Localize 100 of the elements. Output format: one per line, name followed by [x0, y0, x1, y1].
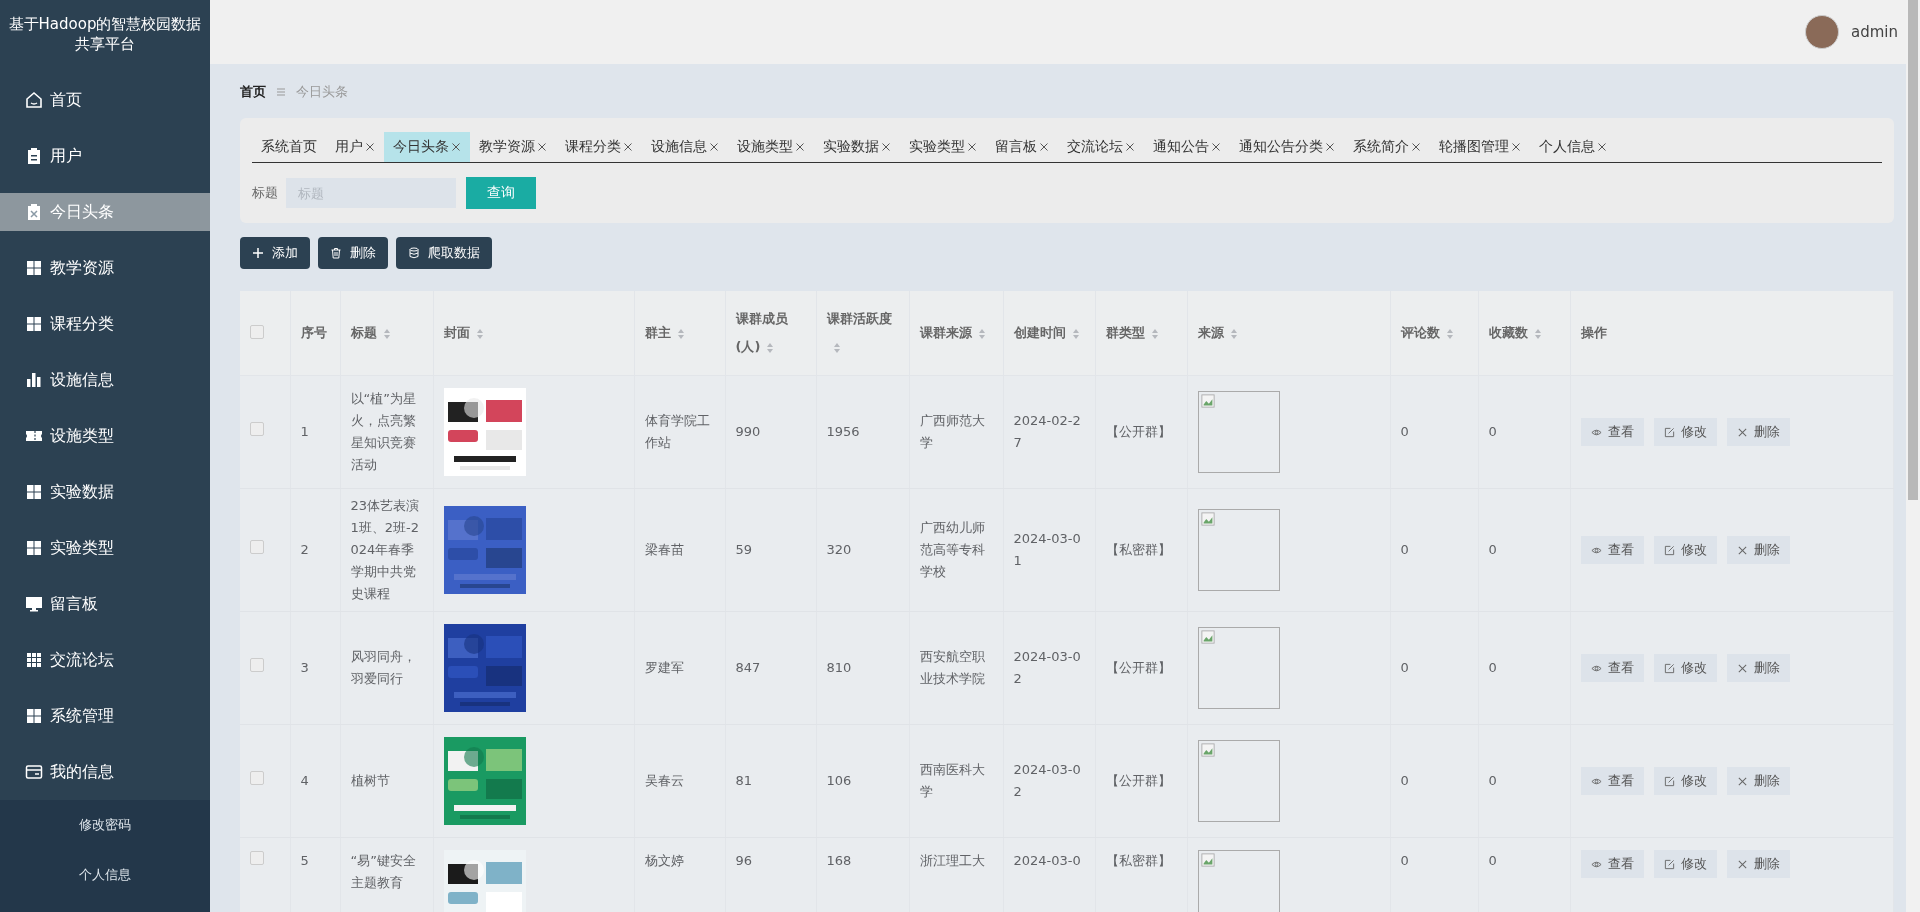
sort-icon[interactable] [475, 327, 484, 340]
tab[interactable]: 课程分类 [556, 132, 642, 162]
checkbox[interactable] [250, 771, 264, 785]
toolbar-button[interactable]: 爬取数据 [396, 237, 492, 269]
menu-item[interactable]: 首页 [0, 72, 210, 128]
checkbox[interactable] [250, 540, 264, 554]
menu-item[interactable]: 课程分类 [0, 296, 210, 352]
column-header[interactable]: 课群来源 [919, 319, 993, 347]
submenu-item[interactable]: 修改密码 [0, 800, 210, 850]
delete-button[interactable]: 删除 [1726, 850, 1790, 878]
column-header[interactable]: 课群成员(人) [735, 305, 806, 361]
edit-button[interactable]: 修改 [1653, 850, 1717, 878]
column-header[interactable]: 群类型 [1105, 319, 1177, 347]
table-cell: 2 [300, 542, 309, 557]
tab[interactable]: 通知公告 [1144, 132, 1230, 162]
toolbar-button[interactable]: 删除 [318, 237, 388, 269]
close-icon[interactable] [1597, 142, 1607, 152]
close-icon[interactable] [365, 142, 375, 152]
menu-item[interactable]: 设施类型 [0, 408, 210, 464]
delete-button[interactable]: 删除 [1726, 767, 1790, 795]
view-button[interactable]: 查看 [1580, 536, 1644, 564]
delete-button[interactable]: 删除 [1726, 654, 1790, 682]
menu-item[interactable]: 交流论坛 [0, 632, 210, 688]
tab[interactable]: 留言板 [986, 132, 1058, 162]
tab[interactable]: 个人信息 [1530, 132, 1616, 162]
menu-item[interactable]: 用户 [0, 128, 210, 184]
tab[interactable]: 设施信息 [642, 132, 728, 162]
close-icon[interactable] [537, 142, 547, 152]
scrollbar[interactable] [1906, 0, 1920, 912]
sort-icon[interactable] [977, 327, 986, 340]
view-button[interactable]: 查看 [1580, 654, 1644, 682]
view-button[interactable]: 查看 [1580, 418, 1644, 446]
close-icon[interactable] [451, 142, 461, 152]
close-icon[interactable] [1411, 142, 1421, 152]
tab[interactable]: 教学资源 [470, 132, 556, 162]
tab[interactable]: 设施类型 [728, 132, 814, 162]
edit-button[interactable]: 修改 [1653, 536, 1717, 564]
close-icon[interactable] [709, 142, 719, 152]
avatar[interactable] [1805, 15, 1839, 49]
sort-icon[interactable] [832, 341, 841, 354]
close-icon[interactable] [1125, 142, 1135, 152]
tab[interactable]: 系统首页 [252, 132, 326, 162]
sort-icon[interactable] [1150, 327, 1159, 340]
sort-icon[interactable] [1229, 327, 1238, 340]
close-icon[interactable] [881, 142, 891, 152]
column-header[interactable]: 封面 [443, 319, 624, 347]
close-icon[interactable] [1511, 142, 1521, 152]
edit-button[interactable]: 修改 [1653, 767, 1717, 795]
tab[interactable]: 交流论坛 [1058, 132, 1144, 162]
scrollbar-thumb[interactable] [1908, 0, 1918, 500]
view-button[interactable]: 查看 [1580, 850, 1644, 878]
column-header[interactable]: 收藏数 [1488, 319, 1560, 347]
menu-item[interactable]: 实验数据 [0, 464, 210, 520]
checkbox[interactable] [250, 422, 264, 436]
close-icon[interactable] [623, 142, 633, 152]
view-button[interactable]: 查看 [1580, 767, 1644, 795]
sort-icon[interactable] [382, 327, 391, 340]
close-icon[interactable] [1039, 142, 1049, 152]
menu-item[interactable]: 系统管理 [0, 688, 210, 744]
checkbox[interactable] [250, 324, 264, 339]
tab[interactable]: 用户 [326, 132, 384, 162]
checkbox[interactable] [250, 851, 264, 865]
column-header[interactable]: 群主 [644, 319, 715, 347]
column-header[interactable]: 来源 [1197, 319, 1380, 347]
column-header[interactable]: 序号 [300, 319, 330, 347]
delete-button[interactable]: 删除 [1726, 536, 1790, 564]
tab[interactable]: 轮播图管理 [1430, 132, 1530, 162]
menu-item[interactable]: 实验类型 [0, 520, 210, 576]
column-header[interactable]: 创建时间 [1013, 319, 1085, 347]
tab[interactable]: 实验类型 [900, 132, 986, 162]
toolbar-button[interactable]: 添加 [240, 237, 310, 269]
delete-button[interactable]: 删除 [1726, 418, 1790, 446]
menu-item[interactable]: 设施信息 [0, 352, 210, 408]
close-icon[interactable] [1211, 142, 1221, 152]
user-name[interactable]: admin [1851, 23, 1898, 41]
tab[interactable]: 实验数据 [814, 132, 900, 162]
close-icon[interactable] [795, 142, 805, 152]
column-header[interactable]: 标题 [350, 319, 423, 347]
tab[interactable]: 今日头条 [384, 132, 470, 162]
menu-item[interactable]: 我的信息 [0, 744, 210, 800]
breadcrumb-link[interactable]: 首页 [240, 83, 266, 101]
checkbox[interactable] [250, 658, 264, 672]
menu-item[interactable]: 教学资源 [0, 240, 210, 296]
sort-icon[interactable] [1071, 327, 1080, 340]
close-icon[interactable] [967, 142, 977, 152]
table-cell: 植树节 [350, 773, 390, 788]
menu-item[interactable]: 留言板 [0, 576, 210, 632]
tab[interactable]: 通知公告分类 [1230, 132, 1344, 162]
sort-icon[interactable] [766, 341, 775, 354]
sort-icon[interactable] [1445, 327, 1454, 340]
column-header[interactable]: 评论数 [1400, 319, 1468, 347]
close-icon[interactable] [1325, 142, 1335, 152]
edit-button[interactable]: 修改 [1653, 654, 1717, 682]
sort-icon[interactable] [676, 327, 685, 340]
column-header[interactable]: 操作 [1580, 319, 1883, 347]
submenu-item[interactable]: 个人信息 [0, 850, 210, 900]
tab[interactable]: 系统简介 [1344, 132, 1430, 162]
column-header[interactable]: 课群活跃度 [826, 305, 899, 361]
sort-icon[interactable] [1533, 327, 1542, 340]
edit-button[interactable]: 修改 [1653, 418, 1717, 446]
